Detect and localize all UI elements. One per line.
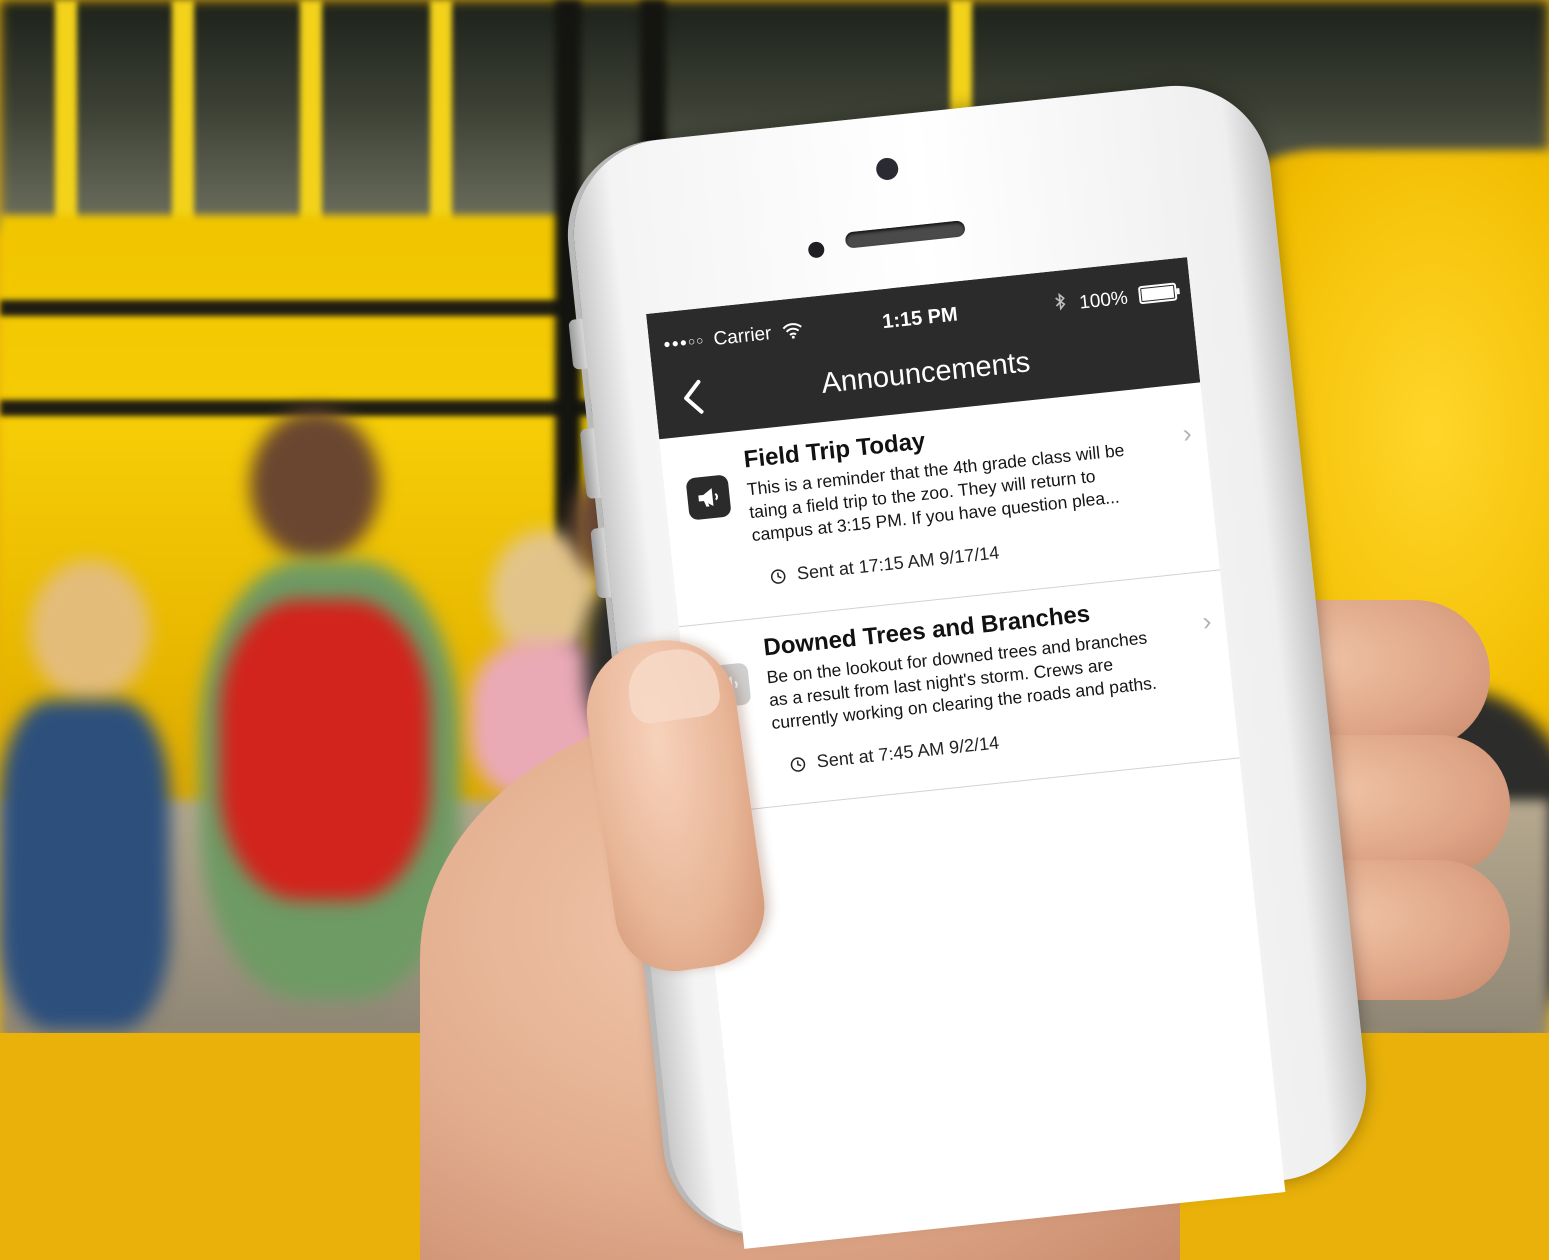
announcement-timestamp: Sent at 7:45 AM 9/2/14 [789,732,1001,778]
red-backpack [220,600,430,900]
clock-icon [789,756,807,779]
bus-window-bar [172,0,194,240]
megaphone-icon [685,474,732,521]
chevron-right-icon: › [1181,417,1194,449]
bus-window-bar [55,0,77,240]
chevron-right-icon: › [1201,605,1213,637]
bus-window-bar [430,0,452,240]
announcement-timestamp: Sent at 17:15 AM 9/17/14 [769,542,1000,590]
bluetooth-icon [1053,292,1067,317]
battery-percent: 100% [1078,287,1129,314]
battery-icon [1137,282,1178,305]
status-battery: 100% [1053,280,1178,317]
sent-time-label: Sent at 17:15 AM 9/17/14 [795,542,1001,584]
child-head [250,410,380,560]
clock-icon [769,568,787,591]
child-body [0,700,170,1030]
announcement-list: Field Trip Today This is a reminder that… [659,382,1240,816]
sent-time-label: Sent at 7:45 AM 9/2/14 [815,732,1000,772]
bus-window-bar [300,0,322,240]
child-head [30,560,150,700]
